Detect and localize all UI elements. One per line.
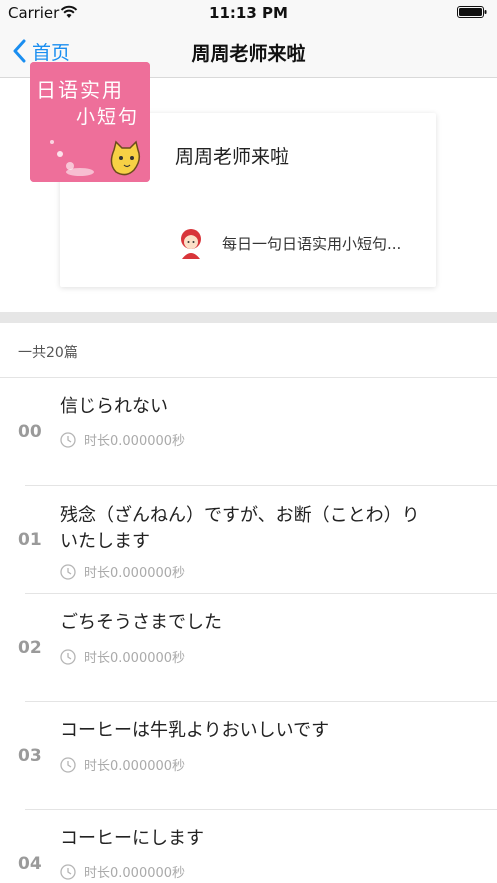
album-cover-line1: 日语实用 (36, 78, 124, 102)
track-title: コーヒーは牛乳よりおいしいです (60, 720, 330, 741)
episode-count: 一共20篇 (18, 345, 78, 361)
clock-icon (60, 756, 76, 773)
track-title: コーヒーにします (60, 828, 204, 849)
track-row[interactable]: 03 コーヒーは牛乳よりおいしいです 时长0.000000秒 (0, 702, 497, 810)
track-number: 00 (18, 422, 42, 442)
status-time: 11:13 PM (209, 4, 288, 22)
section-divider (0, 312, 497, 323)
track-meta: 时长0.000000秒 (60, 647, 185, 666)
track-row[interactable]: 01 残念（ざんねん）ですが、お断（ことわ）りいたします 时长0.000000秒 (0, 486, 497, 594)
track-row[interactable]: 04 コーヒーにします 时长0.000000秒 (0, 810, 497, 883)
author-avatar (181, 229, 201, 259)
track-number: 01 (18, 530, 42, 550)
clock-icon (60, 563, 76, 580)
clock-icon (60, 648, 76, 665)
track-duration: 时长0.000000秒 (84, 651, 186, 666)
album-title: 周周老师来啦 (175, 146, 290, 168)
album-cover-line2: 小短句 (76, 106, 140, 128)
track-number: 04 (18, 854, 42, 874)
clock-icon (60, 431, 76, 448)
track-duration: 时长0.000000秒 (84, 566, 186, 581)
track-title: 信じられない (60, 396, 168, 417)
track-duration: 时长0.000000秒 (84, 434, 186, 449)
album-description: 每日一句日语实用小短句... (222, 235, 402, 253)
track-row[interactable]: 02 ごちそうさまでした 时长0.000000秒 (0, 594, 497, 702)
track-number: 02 (18, 638, 42, 658)
track-duration: 时长0.000000秒 (84, 866, 186, 881)
album-cover: 日语实用 小短句 (30, 62, 150, 182)
track-meta: 时长0.000000秒 (60, 862, 185, 881)
track-duration: 时长0.000000秒 (84, 759, 186, 774)
track-meta: 时长0.000000秒 (60, 562, 185, 581)
clock-icon (60, 863, 76, 880)
track-title: ごちそうさまでした (60, 612, 222, 633)
episode-count-row: 一共20篇 (0, 323, 497, 378)
battery-icon (457, 6, 487, 18)
track-number: 03 (18, 746, 42, 766)
status-bar: Carrier 11:13 PM (0, 0, 497, 26)
track-meta: 时长0.000000秒 (60, 755, 185, 774)
track-row[interactable]: 00 信じられない 时长0.000000秒 (0, 378, 497, 486)
track-meta: 时长0.000000秒 (60, 430, 185, 449)
track-title: 残念（ざんねん）ですが、お断（ことわ）りいたします (60, 505, 420, 552)
